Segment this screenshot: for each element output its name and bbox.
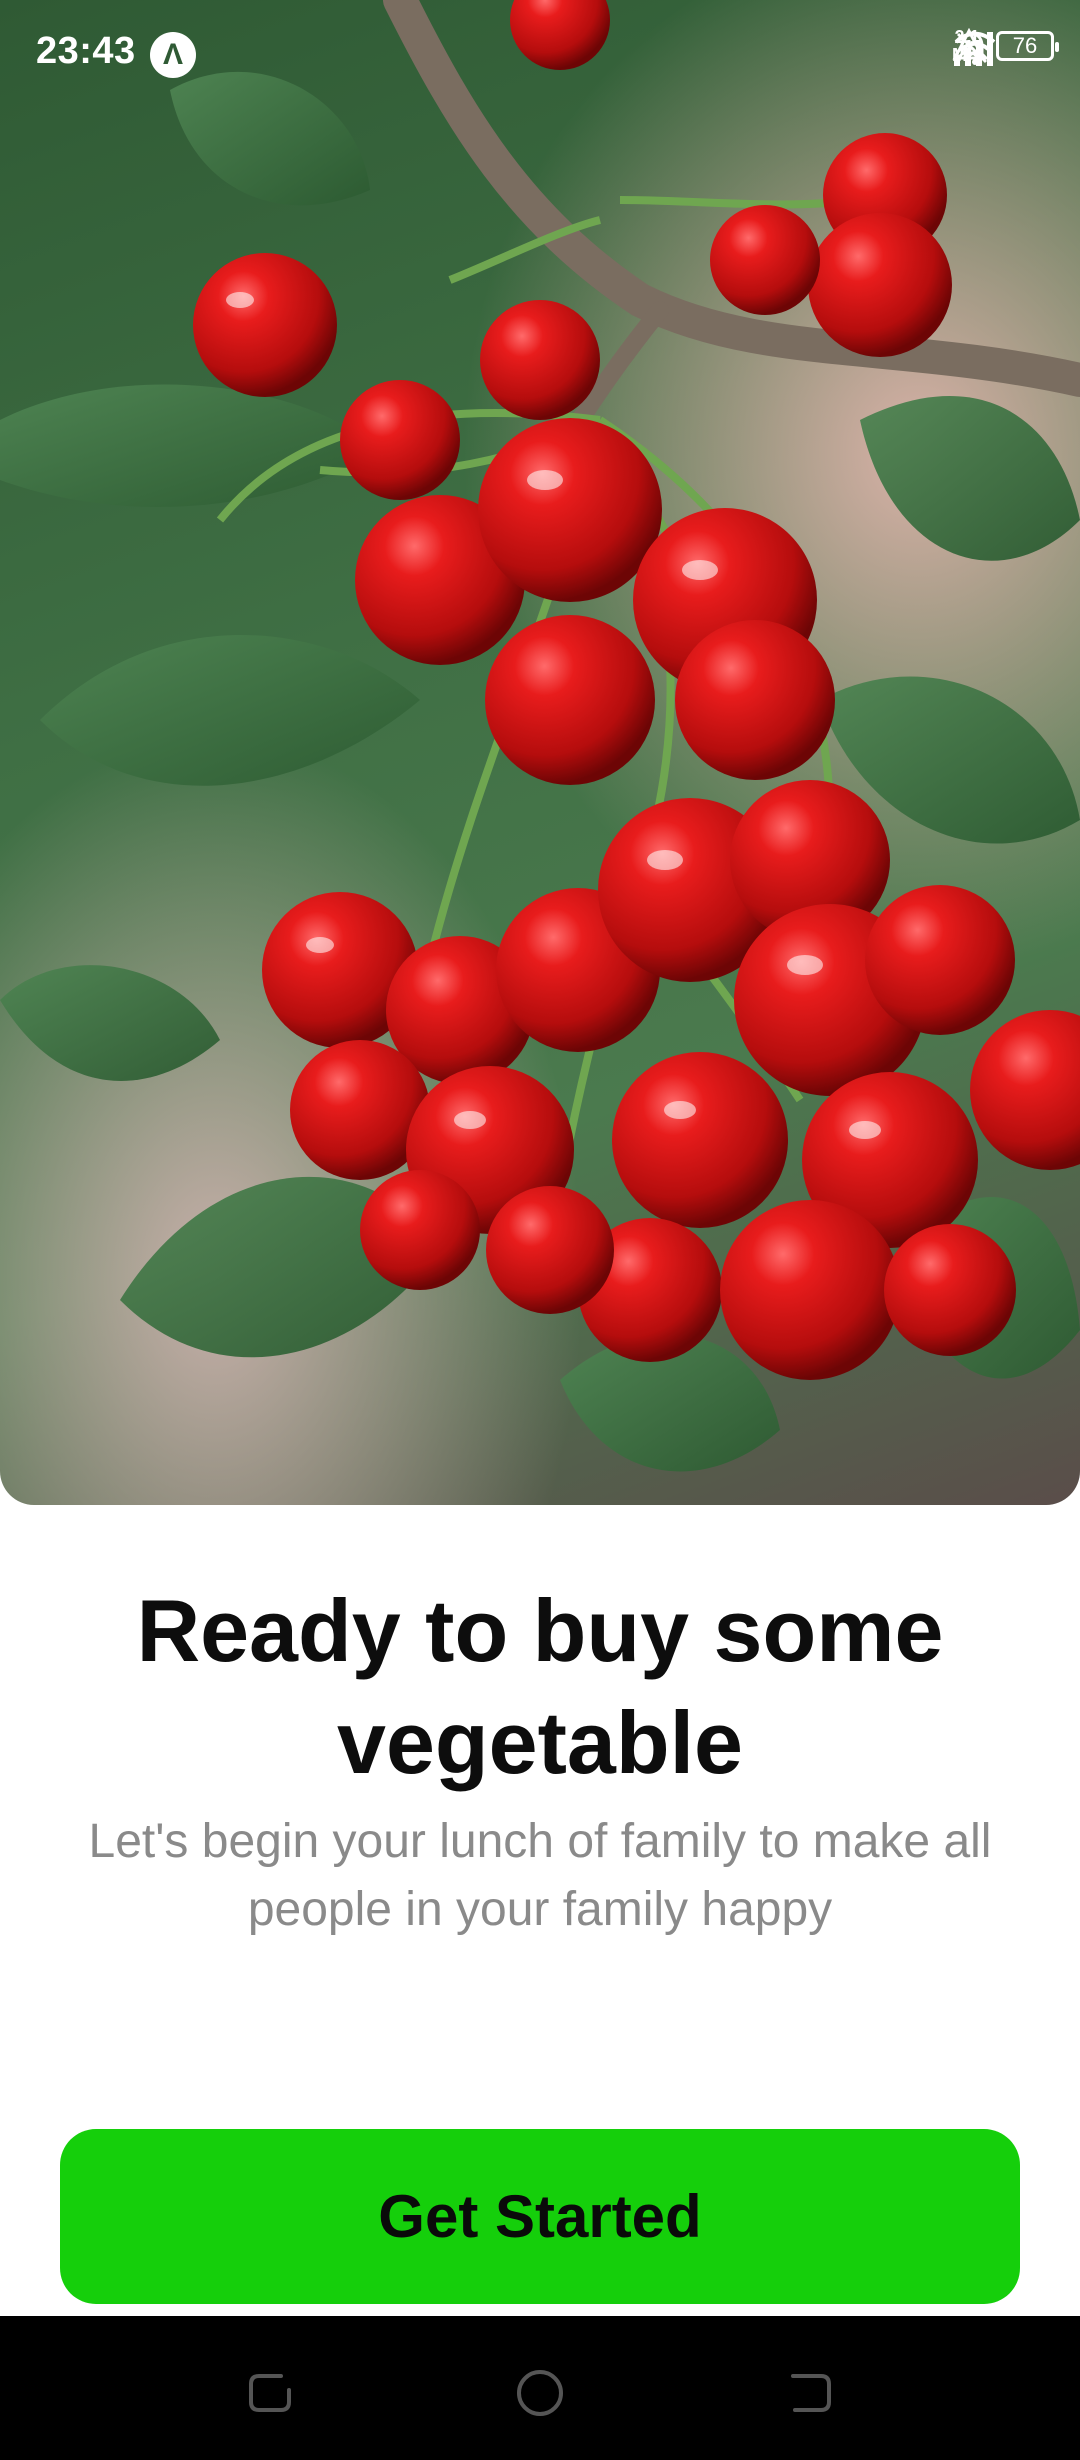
get-started-button[interactable]: Get Started <box>60 2129 1020 2304</box>
system-navigation-bar <box>0 2316 1080 2460</box>
status-time: 23:43 <box>36 30 136 72</box>
hero-image: 23:43 Λ 2,1 76 <box>0 0 1080 1505</box>
cherries-illustration <box>0 0 1080 1472</box>
back-icon[interactable] <box>785 2368 835 2418</box>
page-title: Ready to buy some vegetable <box>136 1581 944 1792</box>
status-bar: 23:43 Λ 2,1 76 <box>0 0 1080 110</box>
app-notification-icon: Λ <box>150 32 196 78</box>
warning-icon <box>952 28 986 60</box>
home-icon[interactable] <box>515 2368 565 2418</box>
page-subtitle: Let's begin your lunch of family to make… <box>88 1815 992 1936</box>
recents-icon[interactable] <box>245 2368 295 2418</box>
status-icons: 2,1 M/s 76 <box>952 28 1059 66</box>
battery-icon: 76 <box>996 31 1059 61</box>
